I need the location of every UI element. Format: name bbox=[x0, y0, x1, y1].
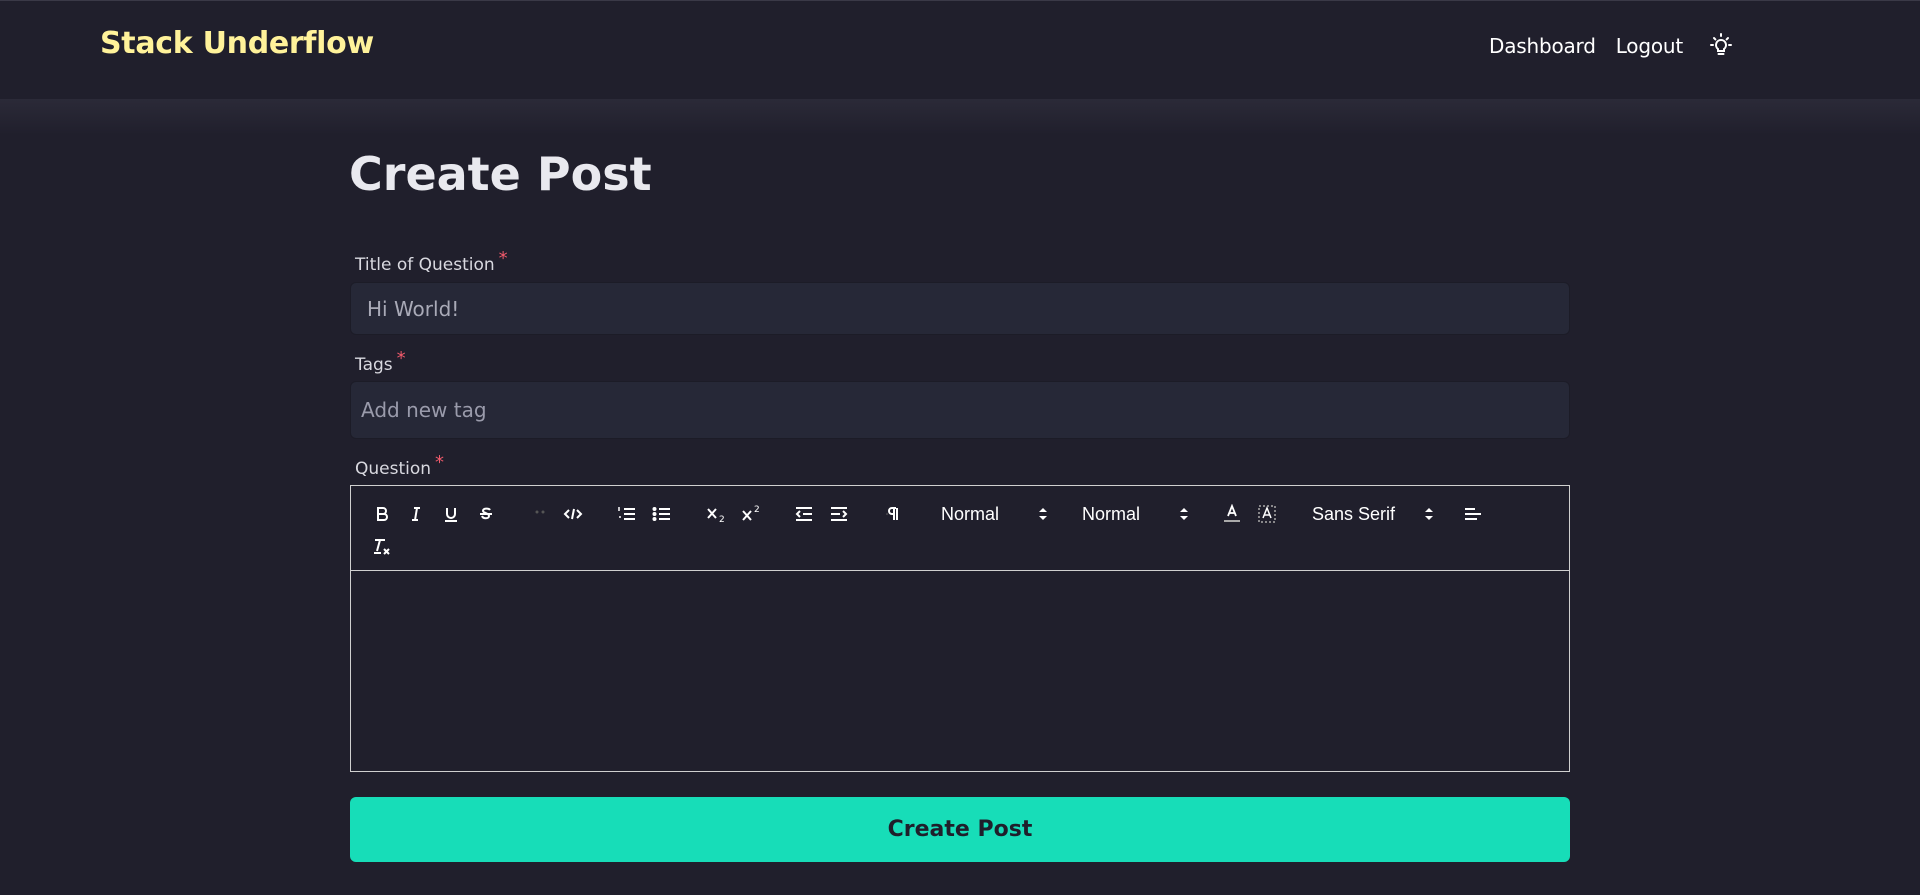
blockquote-icon[interactable] bbox=[527, 502, 553, 526]
font-select-value: Sans Serif bbox=[1312, 503, 1396, 524]
brand-logo[interactable]: Stack Underflow bbox=[100, 26, 374, 61]
required-asterisk: * bbox=[396, 348, 406, 369]
underline-icon[interactable] bbox=[438, 502, 464, 526]
editor-toolbar: 2 2 Normal Normal Sans Serif bbox=[351, 486, 1569, 571]
ordered-list-icon[interactable] bbox=[614, 502, 640, 526]
tags-label: Tags * bbox=[355, 348, 406, 375]
strike-icon[interactable] bbox=[473, 502, 499, 526]
page-title: Create Post bbox=[349, 147, 652, 201]
select-arrows-icon bbox=[1038, 505, 1048, 528]
title-label: Title of Question * bbox=[355, 248, 508, 275]
superscript-icon[interactable]: 2 bbox=[738, 502, 764, 526]
outdent-icon[interactable] bbox=[791, 502, 817, 526]
size-select[interactable]: Normal bbox=[1082, 502, 1192, 526]
font-select[interactable]: Sans Serif bbox=[1312, 502, 1437, 526]
header-select[interactable]: Normal bbox=[941, 502, 1051, 526]
top-navbar: Stack Underflow Dashboard Logout bbox=[0, 0, 1920, 99]
question-label: Question * bbox=[355, 452, 444, 479]
size-select-value: Normal bbox=[1082, 503, 1141, 524]
bold-icon[interactable] bbox=[369, 502, 395, 526]
editor-content-area[interactable] bbox=[351, 571, 1569, 771]
nav-links: Dashboard Logout bbox=[1469, 32, 1735, 60]
nav-logout-link[interactable]: Logout bbox=[1616, 34, 1683, 58]
select-arrows-icon bbox=[1424, 505, 1434, 528]
clean-format-icon[interactable] bbox=[369, 535, 395, 559]
title-field bbox=[350, 282, 1570, 335]
required-asterisk: * bbox=[498, 248, 508, 269]
title-input[interactable] bbox=[367, 283, 1569, 334]
select-arrows-icon bbox=[1179, 505, 1189, 528]
nav-dashboard-link[interactable]: Dashboard bbox=[1489, 34, 1596, 58]
italic-icon[interactable] bbox=[403, 502, 429, 526]
tags-label-text: Tags bbox=[355, 355, 393, 375]
font-color-icon[interactable] bbox=[1219, 502, 1245, 526]
bullet-list-icon[interactable] bbox=[649, 502, 675, 526]
lightbulb-icon[interactable] bbox=[1707, 32, 1735, 60]
required-asterisk: * bbox=[435, 452, 445, 473]
align-icon[interactable] bbox=[1460, 502, 1486, 526]
svg-text:2: 2 bbox=[754, 505, 760, 515]
rich-text-editor: 2 2 Normal Normal Sans Serif bbox=[350, 485, 1570, 772]
svg-text:2: 2 bbox=[719, 515, 725, 524]
subscript-icon[interactable]: 2 bbox=[703, 502, 729, 526]
text-direction-icon[interactable] bbox=[880, 502, 906, 526]
background-color-icon[interactable] bbox=[1254, 502, 1280, 526]
tags-input[interactable] bbox=[361, 382, 1569, 438]
create-post-button[interactable]: Create Post bbox=[350, 797, 1570, 862]
question-label-text: Question bbox=[355, 459, 432, 479]
indent-icon[interactable] bbox=[826, 502, 852, 526]
navbar-shadow bbox=[0, 99, 1920, 135]
tags-field bbox=[350, 381, 1570, 439]
title-label-text: Title of Question bbox=[355, 255, 495, 275]
code-block-icon[interactable] bbox=[560, 502, 586, 526]
header-select-value: Normal bbox=[941, 503, 1000, 524]
